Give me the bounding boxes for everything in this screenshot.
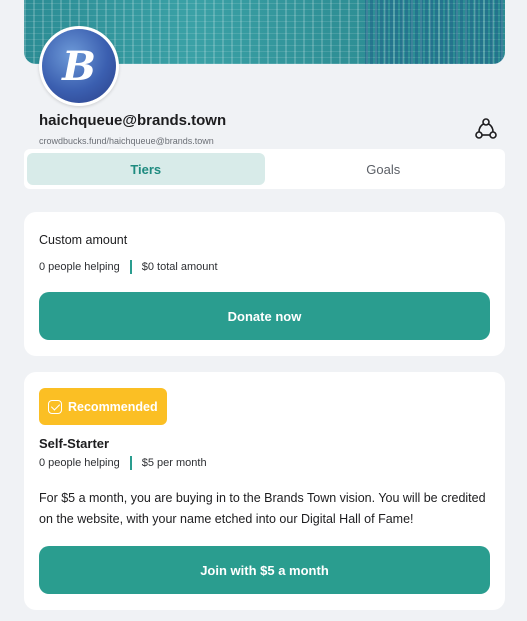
tab-tiers[interactable]: Tiers xyxy=(27,153,265,185)
profile-handle: haichqueue@brands.town xyxy=(39,112,227,129)
custom-amount-card: Custom amount 0 people helping $0 total … xyxy=(24,212,505,356)
tier-stats: 0 people helping $5 per month xyxy=(39,456,207,470)
total-amount: $0 total amount xyxy=(141,261,218,273)
tab-bar: Tiers Goals xyxy=(24,149,505,189)
tier-card-self-starter: Recommended Self-Starter 0 people helpin… xyxy=(24,372,505,610)
banner-overlay xyxy=(365,0,505,64)
check-square-icon xyxy=(48,399,62,414)
donate-now-button[interactable]: Donate now xyxy=(39,292,490,340)
share-network-icon[interactable] xyxy=(474,117,498,141)
stats-divider xyxy=(129,260,132,274)
tier-description: For $5 a month, you are buying in to the… xyxy=(39,491,486,526)
custom-amount-title: Custom amount xyxy=(39,233,128,247)
avatar: B xyxy=(39,26,119,106)
tab-goals[interactable]: Goals xyxy=(265,153,503,185)
recommended-label: Recommended xyxy=(68,399,158,414)
stats-divider xyxy=(129,456,132,470)
custom-amount-stats: 0 people helping $0 total amount xyxy=(39,260,218,274)
tier-price: $5 per month xyxy=(141,457,207,469)
recommended-badge: Recommended xyxy=(39,388,167,425)
tier-name: Self-Starter xyxy=(39,436,110,451)
people-helping-count: 0 people helping xyxy=(39,457,120,469)
profile-url: crowdbucks.fund/haichqueue@brands.town xyxy=(39,136,214,146)
avatar-logo: B xyxy=(42,29,116,103)
people-helping-count: 0 people helping xyxy=(39,261,120,273)
join-tier-button[interactable]: Join with $5 a month xyxy=(39,546,490,594)
